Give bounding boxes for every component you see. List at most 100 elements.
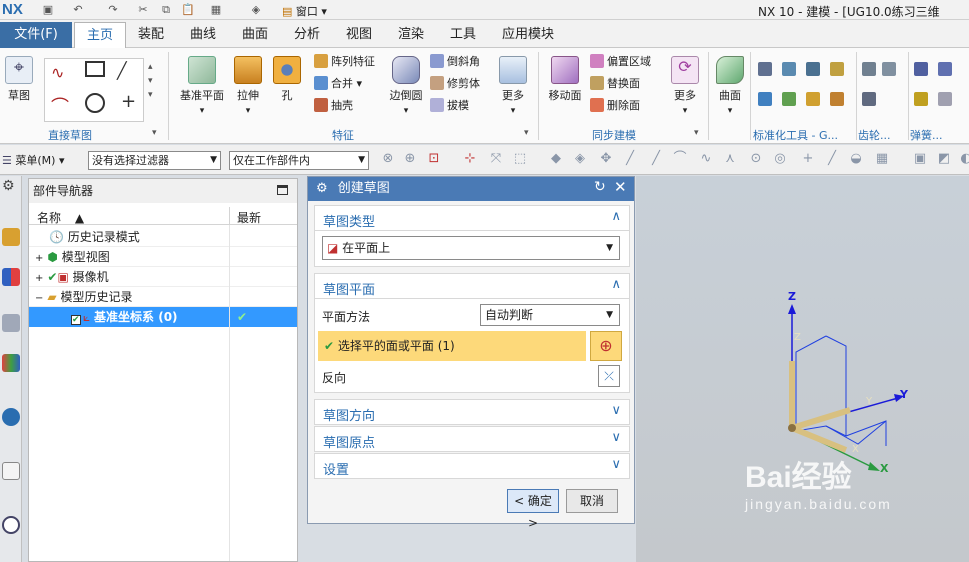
reverse-direction-icon[interactable]: ⤫ bbox=[598, 365, 620, 387]
unite-button[interactable]: 合并 ▾ bbox=[314, 74, 362, 94]
plane-dialog-icon[interactable]: ⊕ bbox=[590, 331, 622, 361]
copy-icon[interactable]: ⧉ bbox=[158, 2, 174, 18]
surface-button[interactable]: 曲面 ▾ bbox=[714, 56, 746, 116]
move-face-button[interactable]: 移动面 bbox=[546, 56, 584, 103]
save-icon[interactable]: ▣ bbox=[40, 2, 56, 18]
tree-row-model-views[interactable]: + ⬢ 模型视图 bbox=[29, 247, 297, 267]
snap-spline-icon[interactable]: ∿ bbox=[698, 151, 714, 167]
selection-scope-combo[interactable]: 仅在工作部件内 ▼ bbox=[229, 151, 369, 170]
delete-face-button[interactable]: 删除面 bbox=[590, 96, 640, 116]
sketch-button[interactable]: ⌖ 草图 bbox=[4, 56, 34, 103]
snap-intersect-icon[interactable]: ⋏ bbox=[722, 151, 738, 167]
sketch-type-dropdown[interactable]: ◪ 在平面上 ▼ bbox=[322, 236, 620, 260]
tab-view[interactable]: 视图 bbox=[336, 22, 382, 48]
snap-curve-icon[interactable]: ⌒ bbox=[672, 151, 688, 167]
edge-blend-button[interactable]: 边倒圆 ▾ bbox=[386, 56, 426, 116]
window-menu[interactable]: ▤ 窗口 ▾ bbox=[282, 3, 327, 19]
tab-assembly[interactable]: 装配 bbox=[128, 22, 174, 48]
close-icon[interactable]: ✕ bbox=[614, 178, 627, 196]
part-navigator-icon[interactable] bbox=[2, 228, 20, 246]
resource-settings-icon[interactable]: ⚙ bbox=[2, 178, 15, 194]
hole-button[interactable]: 孔 bbox=[272, 56, 302, 103]
line-icon[interactable]: ╱ bbox=[117, 61, 127, 80]
extrude-button[interactable]: 拉伸 ▾ bbox=[232, 56, 264, 116]
file-tab[interactable]: 文件(F) bbox=[0, 22, 72, 48]
snap-quadrant-icon[interactable]: ◎ bbox=[772, 151, 788, 167]
ok-button[interactable]: < 确定 > bbox=[507, 489, 559, 530]
snap-line-icon[interactable]: ╱ bbox=[622, 151, 638, 167]
tab-application[interactable]: 应用模块 bbox=[494, 22, 562, 48]
view-icon-2[interactable]: ◩ bbox=[936, 151, 952, 167]
constraint-navigator-icon[interactable] bbox=[2, 314, 20, 332]
sync-more-button[interactable]: ⟳ 更多 ▾ bbox=[670, 56, 700, 116]
datum-plane-button[interactable]: 基准平面 ▾ bbox=[178, 56, 226, 116]
cut-icon[interactable]: ✂ bbox=[135, 2, 151, 18]
reuse-library-icon[interactable] bbox=[2, 354, 20, 372]
pattern-feature-button[interactable]: 阵列特征 bbox=[314, 52, 375, 72]
rectangle-icon[interactable] bbox=[85, 61, 105, 77]
feature-group-menu-icon[interactable]: ▾ bbox=[524, 128, 529, 138]
draft-button[interactable]: 拔模 bbox=[430, 96, 469, 116]
section-sketch-type[interactable]: 草图类型 ∧ bbox=[314, 205, 630, 231]
undo-icon[interactable]: ↶ bbox=[70, 2, 86, 18]
tab-tools[interactable]: 工具 bbox=[440, 22, 486, 48]
info-icon[interactable] bbox=[2, 408, 20, 426]
tab-surface[interactable]: 曲面 bbox=[232, 22, 278, 48]
tab-analysis[interactable]: 分析 bbox=[284, 22, 330, 48]
menu-button[interactable]: ☰ 菜单(M) ▾ bbox=[2, 152, 64, 168]
circle-icon[interactable] bbox=[85, 93, 105, 113]
tree-row-cameras[interactable]: + ✔▣ 摄像机 bbox=[29, 267, 297, 287]
snap-grid-icon[interactable]: ▦ bbox=[874, 151, 890, 167]
snap-on-face-icon[interactable]: ◒ bbox=[848, 151, 864, 167]
section-settings[interactable]: 设置 ∨ bbox=[314, 453, 630, 479]
repeat-command-icon[interactable]: ◈ bbox=[248, 2, 264, 18]
snap-midpoint-icon[interactable]: ⤧ bbox=[488, 151, 504, 167]
paste-icon[interactable]: 📋 bbox=[180, 2, 196, 18]
sketch-group-menu-icon[interactable]: ▾ bbox=[152, 128, 157, 138]
touch-mode-icon[interactable]: ▦ bbox=[208, 2, 224, 18]
snap-body-icon[interactable]: ◈ bbox=[572, 151, 588, 167]
select-planar-face-row[interactable]: ✔ 选择平的面或平面 (1) bbox=[318, 331, 586, 361]
snap-line2-icon[interactable]: ╱ bbox=[648, 151, 664, 167]
type-filter-combo[interactable]: 没有选择过滤器 ▼ bbox=[88, 151, 221, 170]
tab-home[interactable]: 主页 bbox=[74, 22, 126, 48]
snap-existing-point-icon[interactable]: + bbox=[800, 151, 816, 167]
redo-icon[interactable]: ↷ bbox=[105, 2, 121, 18]
snap-vertex-icon[interactable]: ✥ bbox=[598, 151, 614, 167]
reset-icon[interactable]: ↻ bbox=[594, 179, 606, 195]
gallery-scroll-icon[interactable]: ▴ ▾ ▾ bbox=[148, 60, 153, 102]
view-icon-3[interactable]: ◐ bbox=[958, 151, 969, 167]
snap-center-icon[interactable]: ⊙ bbox=[748, 151, 764, 167]
replace-face-button[interactable]: 替换面 bbox=[590, 74, 640, 94]
maximize-icon[interactable] bbox=[277, 185, 288, 195]
section-sketch-orientation[interactable]: 草图方向 ∨ bbox=[314, 399, 630, 425]
shell-button[interactable]: 抽壳 bbox=[314, 96, 353, 116]
section-sketch-plane[interactable]: 草图平面 ∧ bbox=[314, 273, 630, 299]
sync-group-menu-icon[interactable]: ▾ bbox=[694, 128, 699, 138]
trim-body-button[interactable]: 修剪体 bbox=[430, 74, 480, 94]
chamfer-button[interactable]: 倒斜角 bbox=[430, 52, 480, 72]
column-name[interactable]: 名称 ▲ bbox=[37, 209, 84, 226]
selection-box-icon[interactable]: ⬚ bbox=[512, 151, 528, 167]
plane-method-dropdown[interactable]: 自动判断 ▼ bbox=[480, 304, 620, 326]
arc-icon[interactable]: ⌒ bbox=[51, 93, 69, 119]
web-browser-icon[interactable] bbox=[2, 462, 20, 480]
assembly-navigator-icon[interactable] bbox=[2, 268, 20, 286]
cancel-button[interactable]: 取消 bbox=[566, 489, 618, 513]
history-icon[interactable] bbox=[2, 516, 20, 534]
tree-row-model-history[interactable]: − ▰ 模型历史记录 bbox=[29, 287, 297, 307]
snap-on-curve-icon[interactable]: ╱ bbox=[824, 151, 840, 167]
snap-point-icon[interactable]: ⊡ bbox=[426, 151, 442, 167]
snap-icon-2[interactable]: ⊕ bbox=[402, 151, 418, 167]
point-icon[interactable]: + bbox=[121, 91, 136, 112]
tree-row-datum-csys[interactable]: ✔ ⟀ 基准坐标系 (0) ✔ bbox=[29, 307, 297, 327]
tree-row-history-mode[interactable]: 🕓 历史记录模式 bbox=[29, 227, 297, 247]
tab-render[interactable]: 渲染 bbox=[388, 22, 434, 48]
section-sketch-origin[interactable]: 草图原点 ∨ bbox=[314, 426, 630, 452]
tab-curve[interactable]: 曲线 bbox=[180, 22, 226, 48]
feature-more-button[interactable]: 更多 ▾ bbox=[498, 56, 528, 116]
view-icon-1[interactable]: ▣ bbox=[912, 151, 928, 167]
profile-icon[interactable]: ∿ bbox=[51, 63, 64, 82]
snap-icon-1[interactable]: ⊗ bbox=[380, 151, 396, 167]
column-latest[interactable]: 最新 bbox=[237, 209, 261, 226]
